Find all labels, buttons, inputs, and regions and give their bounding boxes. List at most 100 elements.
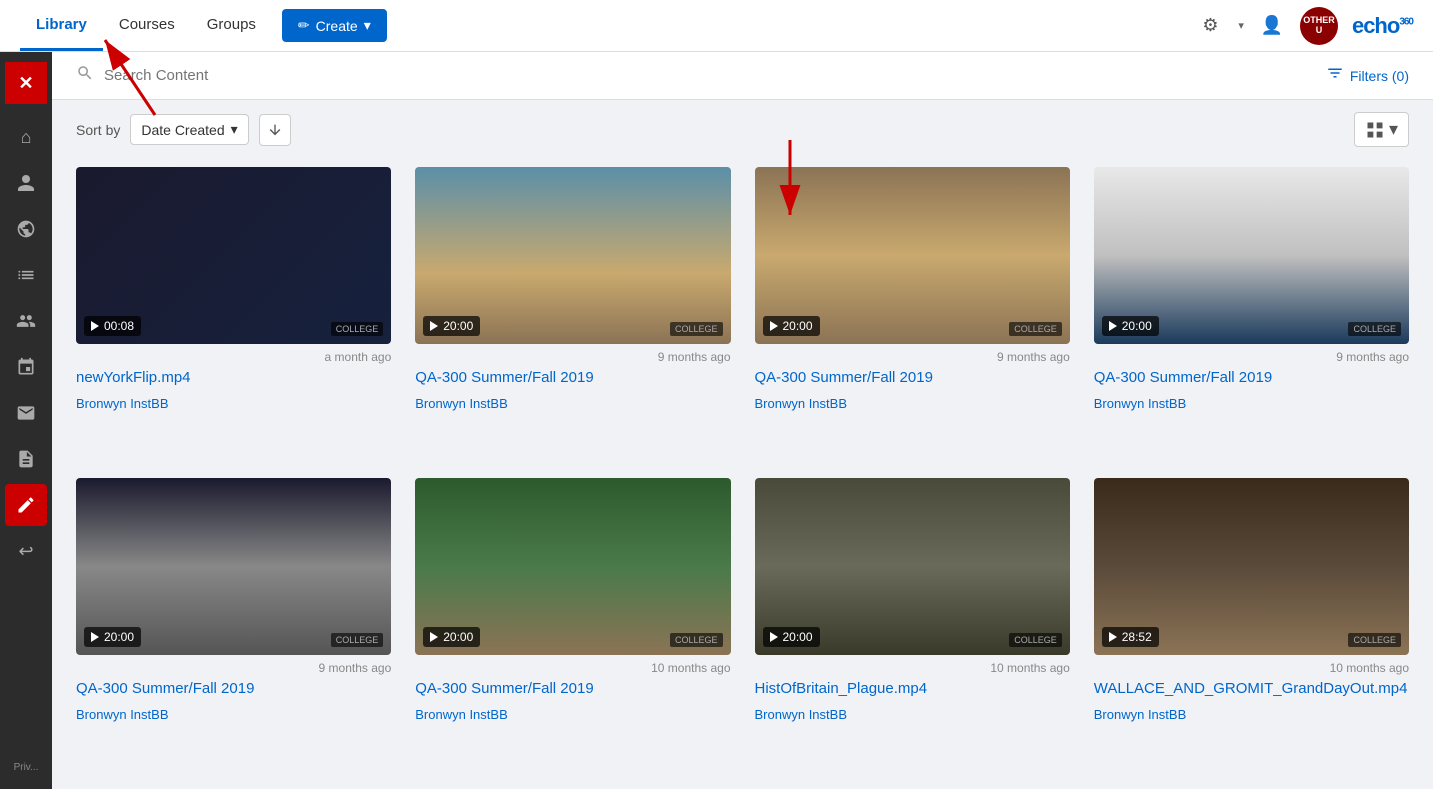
sidebar-item-calendar[interactable] [5,346,47,388]
media-grid: 00:08 COLLEGE a month ago newYorkFlip.mp… [52,159,1433,789]
play-icon [1109,321,1117,331]
pencil-icon: ✏ [298,17,310,34]
nav-tabs: Library Courses Groups ✏ Create ▾ [20,0,387,51]
settings-icon[interactable]: ⚙ [1196,12,1224,40]
sidebar-item-edit[interactable] [5,484,47,526]
sort-bar: Sort by Date Created ▾ ▾ [52,100,1433,159]
duration-label: 20:00 [443,630,473,644]
college-badge: COLLEGE [331,633,384,647]
media-thumbnail: 20:00 COLLEGE [76,478,391,655]
media-thumbnail: 28:52 COLLEGE [1094,478,1409,655]
user-avatar-icon[interactable]: 👤 [1258,12,1286,40]
media-card[interactable]: 20:00 COLLEGE 10 months ago HistOfBritai… [755,478,1070,765]
close-sidebar-button[interactable]: ✕ [5,62,47,104]
sidebar-item-document[interactable] [5,438,47,480]
tab-courses[interactable]: Courses [103,0,191,51]
college-badge: COLLEGE [670,322,723,336]
card-author: Bronwyn InstBB [1094,707,1409,722]
play-badge: 20:00 [763,627,820,647]
play-badge: 00:08 [84,316,141,336]
university-logo: OTHER U [1300,7,1338,45]
play-icon [1109,632,1117,642]
media-card[interactable]: 20:00 COLLEGE 9 months ago QA-300 Summer… [755,167,1070,454]
top-navigation: Library Courses Groups ✏ Create ▾ ⚙ ▾ 👤 … [0,0,1433,52]
card-author: Bronwyn InstBB [755,707,1070,722]
chevron-down-icon: ▾ [364,17,371,34]
card-author: Bronwyn InstBB [415,396,730,411]
media-card[interactable]: 28:52 COLLEGE 10 months ago WALLACE_AND_… [1094,478,1409,765]
media-card[interactable]: 20:00 COLLEGE 9 months ago QA-300 Summer… [415,167,730,454]
view-toggle-button[interactable]: ▾ [1354,112,1409,147]
college-badge: COLLEGE [331,322,384,336]
media-thumbnail: 00:08 COLLEGE [76,167,391,344]
sort-by-label: Sort by [76,122,120,138]
media-card[interactable]: 20:00 COLLEGE 10 months ago QA-300 Summe… [415,478,730,765]
card-time-ago: 10 months ago [755,661,1070,675]
duration-label: 20:00 [104,630,134,644]
card-title: QA-300 Summer/Fall 2019 [1094,368,1409,388]
filters-button[interactable]: Filters (0) [1326,64,1409,87]
card-time-ago: 10 months ago [415,661,730,675]
college-badge: COLLEGE [1348,322,1401,336]
view-chevron-icon: ▾ [1389,119,1398,140]
card-title: HistOfBritain_Plague.mp4 [755,679,1070,699]
nav-right-section: ⚙ ▾ 👤 OTHER U echo360 [1196,7,1413,45]
duration-label: 28:52 [1122,630,1152,644]
sidebar-item-back[interactable]: ↩ [5,530,47,572]
sidebar-item-home[interactable]: ⌂ [5,116,47,158]
media-card[interactable]: 20:00 COLLEGE 9 months ago QA-300 Summer… [1094,167,1409,454]
college-badge: COLLEGE [1009,322,1062,336]
play-badge: 20:00 [1102,316,1159,336]
media-card[interactable]: 20:00 COLLEGE 9 months ago QA-300 Summer… [76,478,391,765]
media-thumbnail: 20:00 COLLEGE [415,478,730,655]
card-time-ago: a month ago [76,350,391,364]
search-icon [76,64,94,87]
card-time-ago: 10 months ago [1094,661,1409,675]
content-area: Filters (0) Sort by Date Created ▾ ▾ [52,52,1433,789]
play-badge: 20:00 [84,627,141,647]
duration-label: 00:08 [104,319,134,333]
search-bar: Filters (0) [52,52,1433,100]
card-title: QA-300 Summer/Fall 2019 [415,679,730,699]
search-input-wrap [76,64,1326,87]
sidebar-privacy-label: Priv... [14,756,39,779]
sidebar-item-mail[interactable] [5,392,47,434]
play-icon [91,321,99,331]
card-author: Bronwyn InstBB [76,707,391,722]
sort-direction-button[interactable] [259,114,291,146]
tab-library[interactable]: Library [20,0,103,51]
play-badge: 20:00 [423,316,480,336]
play-icon [430,321,438,331]
card-title: newYorkFlip.mp4 [76,368,391,388]
sidebar-item-globe[interactable] [5,208,47,250]
card-author: Bronwyn InstBB [76,396,391,411]
tab-groups[interactable]: Groups [191,0,272,51]
card-title: QA-300 Summer/Fall 2019 [76,679,391,699]
duration-label: 20:00 [443,319,473,333]
media-thumbnail: 20:00 COLLEGE [755,167,1070,344]
create-button[interactable]: ✏ Create ▾ [282,9,387,42]
card-time-ago: 9 months ago [415,350,730,364]
sort-chevron-icon: ▾ [231,121,238,138]
sidebar-item-list[interactable] [5,254,47,296]
college-badge: COLLEGE [1348,633,1401,647]
settings-dropdown-icon[interactable]: ▾ [1238,19,1244,32]
sort-controls: Sort by Date Created ▾ [76,114,291,146]
search-input[interactable] [104,67,404,84]
card-author: Bronwyn InstBB [415,707,730,722]
play-icon [770,321,778,331]
play-icon [770,632,778,642]
card-title: QA-300 Summer/Fall 2019 [415,368,730,388]
echo-logo: echo360 [1352,13,1413,39]
sidebar: ✕ ⌂ ↩ Priv... [0,52,52,789]
play-badge: 28:52 [1102,627,1159,647]
card-title: WALLACE_AND_GROMIT_GrandDayOut.mp4 [1094,679,1409,699]
sidebar-item-person[interactable] [5,162,47,204]
play-badge: 20:00 [763,316,820,336]
sort-select-dropdown[interactable]: Date Created ▾ [130,114,248,145]
media-thumbnail: 20:00 COLLEGE [415,167,730,344]
sidebar-item-group[interactable] [5,300,47,342]
card-time-ago: 9 months ago [76,661,391,675]
filter-icon [1326,64,1344,87]
media-card[interactable]: 00:08 COLLEGE a month ago newYorkFlip.mp… [76,167,391,454]
